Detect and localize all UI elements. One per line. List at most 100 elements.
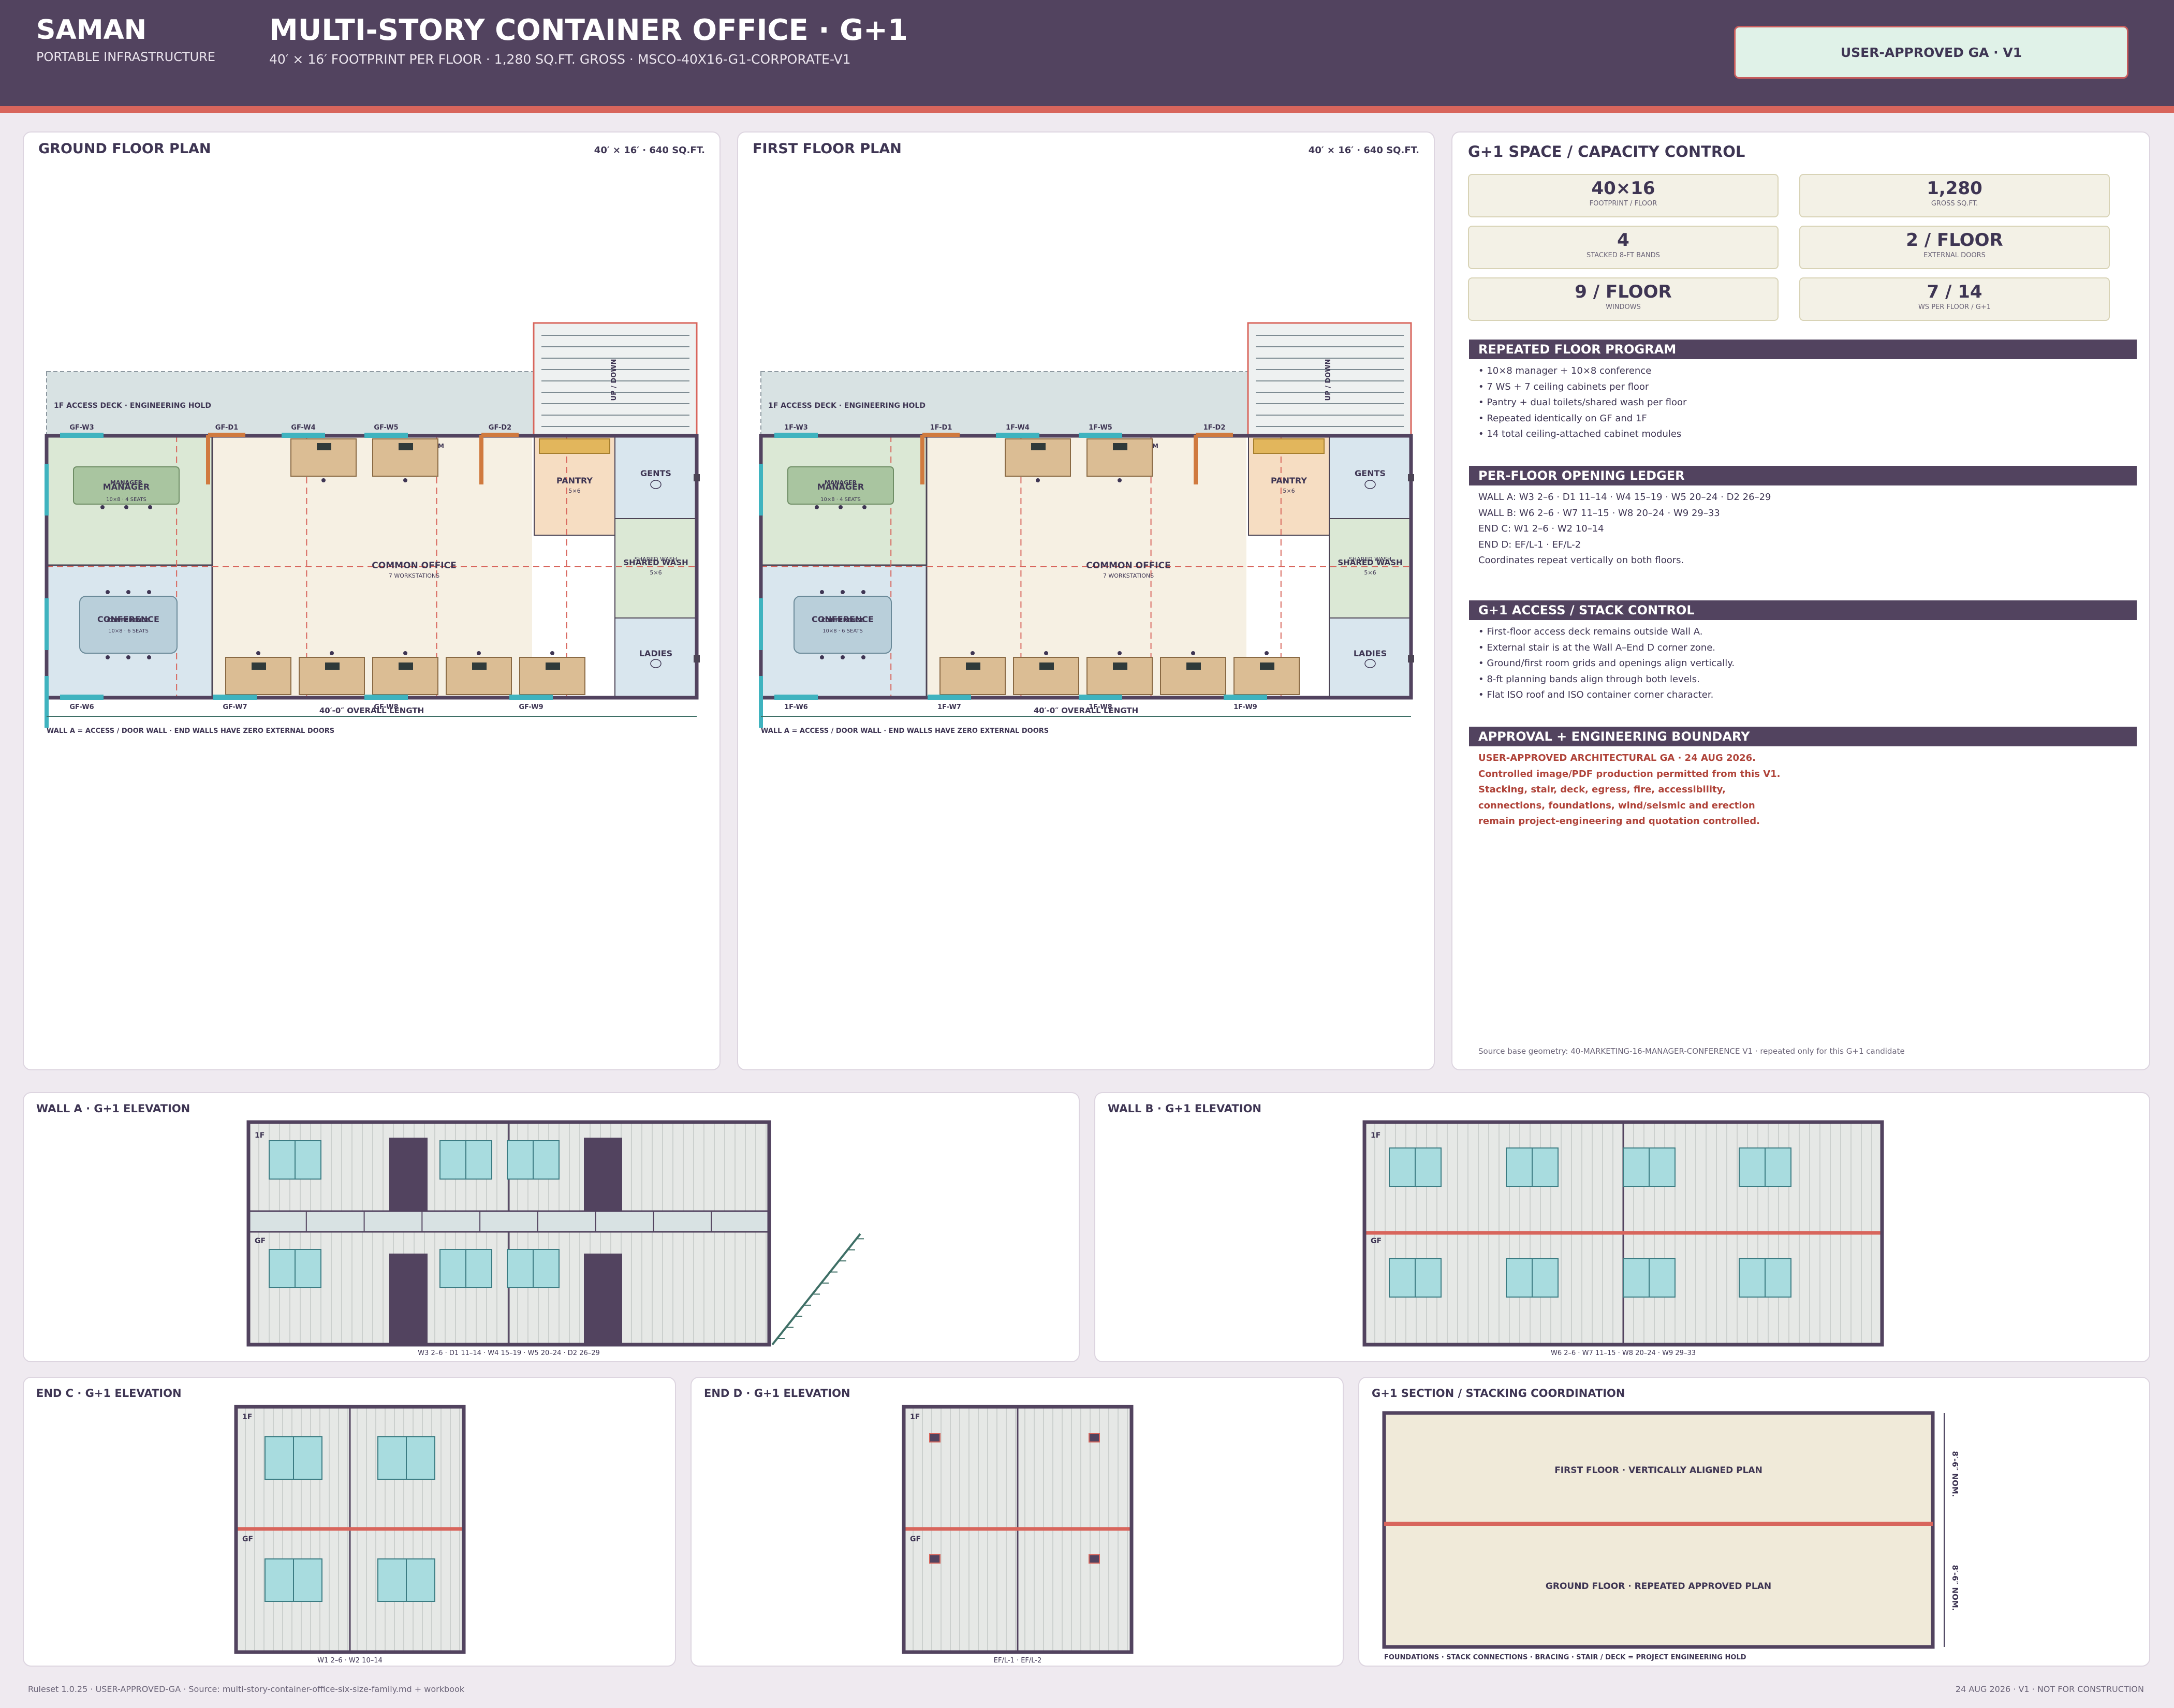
opening-tag: 1F-W9 (1233, 703, 1257, 711)
end-vent (1408, 655, 1414, 662)
chair (1044, 651, 1048, 655)
end-window (759, 676, 763, 728)
column-mark: M (1152, 443, 1158, 450)
seat (126, 590, 130, 594)
first-floor-section-label: FIRST FLOOR · VERTICALLY ALIGNED PLAN (1554, 1465, 1762, 1476)
wall-a-elevation-drawing: 1F GF W3 2–6 · D1 11–14 · W4 15–19 · W5 20… (246, 1120, 864, 1357)
window-opening (60, 433, 104, 438)
conference-size-label: 10×8 · 6 SEATS (108, 628, 149, 634)
opening-tag: 1F-W5 (1089, 424, 1112, 432)
door-opening (208, 433, 245, 437)
list-item: USER-APPROVED ARCHITECTURAL GA · 24 AUG … (1478, 753, 1756, 763)
conference-table (79, 596, 178, 654)
capacity-control-panel: G+1 SPACE / CAPACITY CONTROL 40×16 FOOTPR… (1451, 131, 2150, 1070)
list-item: Stacking, stair, deck, egress, fire, acc… (1478, 784, 1726, 795)
monitor (472, 662, 487, 670)
monitor (546, 662, 560, 670)
door-opening (481, 433, 519, 437)
stat-label: WS PER FLOOR / G+1 (1918, 303, 1991, 311)
list-item: • 7 WS + 7 ceiling cabinets per floor (1478, 381, 1649, 392)
wall-note: WALL A = ACCESS / DOOR WALL · END WALLS … (761, 727, 1049, 735)
opening-tag: 1F-W4 (1006, 424, 1030, 432)
monitor (399, 662, 413, 670)
overall-length-label: 40′-0″ OVERALL LENGTH (319, 706, 424, 715)
shared-wash-size-label: 5×6 (650, 569, 662, 576)
conference-label-overlap: CONFERENCE (107, 617, 150, 624)
monitor (317, 443, 331, 450)
list-item: END C: W1 2–6 · W2 10–14 (1478, 523, 1604, 534)
opening-tag: GF-W9 (519, 703, 543, 711)
list-item: • Repeated identically on GF and 1F (1478, 413, 1647, 424)
stat-gross-area: 1,280 GROSS SQ.FT. (1799, 174, 2110, 217)
shared-wash-size-label: 5×6 (1364, 569, 1376, 576)
section-heading: APPROVAL + ENGINEERING BOUNDARY (1469, 727, 2137, 746)
stat-value: 7 / 14 (1927, 282, 1982, 302)
ladies-label: LADIES (1354, 649, 1387, 658)
conference-label-overlap: CONFERENCE (821, 617, 864, 624)
window-opening (996, 433, 1039, 438)
list-item: • First-floor access deck remains outsid… (1478, 626, 1703, 637)
brand-tagline: PORTABLE INFRASTRUCTURE (36, 50, 216, 64)
window-opening (60, 695, 104, 700)
elevation-caption: W6 2–6 · W7 11–15 · W8 20–24 · W9 29–33 (1551, 1349, 1696, 1357)
footer-ruleset: Ruleset 1.0.25 · USER-APPROVED-GA · Sour… (28, 1684, 464, 1694)
end-window (45, 676, 49, 728)
gents-label: GENTS (1355, 468, 1386, 478)
exhaust-louvre (929, 1433, 941, 1442)
sheet-subtitle: 40′ × 16′ FOOTPRINT PER FLOOR · 1,280 SQ… (269, 52, 851, 67)
end-window (759, 598, 763, 650)
window-opening (364, 433, 408, 438)
seat (124, 505, 128, 509)
list-item: WALL A: W3 2–6 · D1 11–14 · W4 15–19 · W… (1478, 492, 1771, 503)
opening-tag: 1F-D2 (1203, 424, 1226, 432)
floor-label: GF (910, 1535, 921, 1543)
stat-doors: 2 / FLOOR EXTERNAL DOORS (1799, 226, 2110, 269)
chair (1118, 478, 1122, 482)
external-stair (771, 1233, 861, 1346)
seat (820, 655, 824, 659)
stat-bands: 4 STACKED 8-FT BANDS (1468, 226, 1779, 269)
stat-value: 9 / FLOOR (1575, 282, 1672, 302)
stat-label: GROSS SQ.FT. (1931, 200, 1978, 208)
monitor (1039, 662, 1054, 670)
opening-tag: 1F-W3 (784, 424, 808, 432)
window-opening (928, 695, 971, 700)
stat-footprint: 40×16 FOOTPRINT / FLOOR (1468, 174, 1779, 217)
chair (1118, 651, 1122, 655)
conference-size-label: 10×8 · 6 SEATS (822, 628, 863, 634)
section-outline (1382, 1411, 1935, 1649)
list-item: • 8-ft planning bands align through both… (1478, 673, 1700, 685)
brand-name: SAMAN (36, 14, 147, 46)
list-item: END D: EF/L-1 · EF/L-2 (1478, 539, 1581, 550)
floor-label: 1F (1371, 1131, 1380, 1140)
stat-label: STACKED 8-FT BANDS (1587, 252, 1660, 259)
end-c-elevation-drawing: 1F GF W1 2–6 · W2 10–14 (234, 1405, 466, 1665)
pantry-size-label: 5×6 (1283, 488, 1295, 494)
seat (147, 590, 151, 594)
stat-label: FOOTPRINT / FLOOR (1589, 200, 1657, 208)
workstation-count-label: 7 WORKSTATIONS (1103, 572, 1154, 579)
opening-ledger-list: WALL A: W3 2–6 · D1 11–14 · W4 15–19 · W… (1478, 490, 2131, 569)
chair (1036, 478, 1040, 482)
seat (841, 590, 845, 594)
opening-tag: 1F-W7 (937, 703, 961, 711)
first-floor-plan-panel: FIRST FLOOR PLAN 40′ × 16′ · 640 SQ.FT. … (737, 131, 1435, 1070)
section-heading: G+1 ACCESS / STACK CONTROL (1469, 600, 2137, 620)
window-opening (213, 695, 257, 700)
seat (841, 655, 845, 659)
conference-table (794, 596, 892, 654)
door-opening (922, 433, 960, 437)
chair (321, 478, 326, 482)
section-note: FOUNDATIONS · STACK CONNECTIONS · BRACIN… (1384, 1654, 1746, 1661)
chair (971, 651, 975, 655)
common-office-label: COMMON OFFICE (1086, 561, 1170, 571)
monitor (1186, 662, 1201, 670)
seat (106, 590, 110, 594)
monitor (1260, 662, 1274, 670)
shared-wash (1329, 518, 1412, 619)
ladies-label: LADIES (639, 649, 672, 658)
door (584, 1254, 622, 1345)
opening-tag: 1F-W6 (784, 703, 808, 711)
header-accent-stripe (0, 106, 2174, 113)
window-opening (774, 433, 818, 438)
